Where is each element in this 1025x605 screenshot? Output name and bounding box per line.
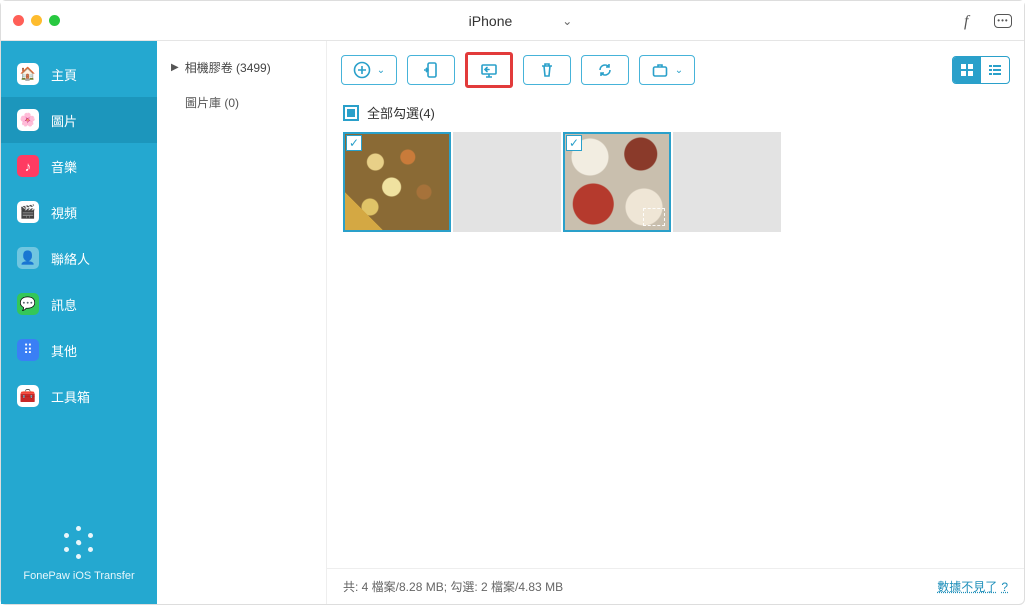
triangle-right-icon: ▶	[171, 62, 179, 73]
sidebar-item-label: 工具箱	[51, 387, 90, 406]
toolbox-button[interactable]: ⌄	[639, 55, 695, 85]
sidebar-item-photos[interactable]: 🌸 圖片	[1, 97, 157, 143]
selection-marquee-icon	[643, 208, 665, 226]
sidebar-item-contacts[interactable]: 👤 聯絡人	[1, 235, 157, 281]
sidebar-item-other[interactable]: ⠿ 其他	[1, 327, 157, 373]
view-switch	[952, 56, 1010, 84]
sidebar-item-video[interactable]: 🎬 視頻	[1, 189, 157, 235]
maximize-window-button[interactable]	[49, 15, 60, 26]
chevron-down-icon: ⌄	[377, 65, 385, 76]
home-icon: 🏠	[17, 63, 39, 85]
select-all-row[interactable]: 全部勾選(4)	[327, 99, 1024, 132]
grid-view-button[interactable]	[953, 57, 981, 83]
photo-thumbnail[interactable]	[453, 132, 561, 232]
delete-button[interactable]	[523, 55, 571, 85]
photo-thumbnail[interactable]: ✓	[563, 132, 671, 232]
sidebar-item-label: 其他	[51, 341, 77, 360]
close-window-button[interactable]	[13, 15, 24, 26]
photo-thumbnail[interactable]: ✓	[343, 132, 451, 232]
list-icon	[988, 63, 1002, 77]
video-icon: 🎬	[17, 201, 39, 223]
sidebar-item-label: 主頁	[51, 65, 77, 84]
photos-icon: 🌸	[17, 109, 39, 131]
check-icon: ✓	[566, 135, 582, 151]
refresh-icon	[596, 61, 614, 79]
titlebar: iPhone ⌄ f •••	[1, 1, 1024, 41]
device-name: iPhone	[469, 13, 513, 29]
status-bar: 共: 4 檔案/8.28 MB; 勾選: 2 檔案/4.83 MB 數據不見了?	[327, 568, 1024, 604]
sidebar: 🏠 主頁 🌸 圖片 ♪ 音樂 🎬 視頻 👤 聯絡人 💬 訊息	[1, 41, 157, 604]
music-icon: ♪	[17, 155, 39, 177]
minimize-window-button[interactable]	[31, 15, 42, 26]
album-camera-roll[interactable]: ▶ 相機膠卷 (3499)	[167, 53, 316, 82]
export-to-device-button[interactable]	[407, 55, 455, 85]
toolbar: ⌄ ⌄	[327, 41, 1024, 99]
check-icon: ✓	[346, 135, 362, 151]
sidebar-item-messages[interactable]: 💬 訊息	[1, 281, 157, 327]
chevron-down-icon: ⌄	[562, 14, 572, 28]
album-list: ▶ 相機膠卷 (3499) 圖片庫 (0)	[157, 41, 327, 604]
sidebar-item-label: 訊息	[51, 295, 77, 314]
to-device-icon	[422, 61, 440, 79]
brand-logo-icon	[62, 526, 96, 560]
trash-icon	[538, 61, 556, 79]
briefcase-icon	[651, 61, 669, 79]
more-icon[interactable]: •••	[994, 14, 1012, 28]
add-button[interactable]: ⌄	[341, 55, 397, 85]
messages-icon: 💬	[17, 293, 39, 315]
toolbox-icon: 🧰	[17, 385, 39, 407]
brand-name: FonePaw iOS Transfer	[9, 570, 149, 582]
chevron-down-icon: ⌄	[675, 65, 683, 76]
album-label: 圖片庫 (0)	[185, 94, 239, 111]
status-text: 共: 4 檔案/8.28 MB; 勾選: 2 檔案/4.83 MB	[343, 578, 563, 595]
album-photo-library[interactable]: 圖片庫 (0)	[167, 88, 316, 117]
feedback-icon[interactable]: f	[964, 13, 980, 29]
contacts-icon: 👤	[17, 247, 39, 269]
content-area: ⌄ ⌄	[327, 41, 1024, 604]
select-all-checkbox[interactable]	[343, 105, 359, 121]
sidebar-item-label: 音樂	[51, 157, 77, 176]
photo-grid: ✓ ✓	[327, 132, 1024, 232]
sidebar-item-music[interactable]: ♪ 音樂	[1, 143, 157, 189]
sidebar-item-label: 視頻	[51, 203, 77, 222]
data-missing-link[interactable]: 數據不見了?	[937, 578, 1008, 595]
list-view-button[interactable]	[981, 57, 1009, 83]
select-all-label: 全部勾選(4)	[367, 103, 435, 122]
plus-circle-icon	[353, 61, 371, 79]
to-computer-icon	[480, 61, 498, 79]
sidebar-item-label: 聯絡人	[51, 249, 90, 268]
sidebar-item-home[interactable]: 🏠 主頁	[1, 51, 157, 97]
other-icon: ⠿	[17, 339, 39, 361]
brand-footer: FonePaw iOS Transfer	[1, 508, 157, 604]
photo-thumbnail[interactable]	[673, 132, 781, 232]
device-selector[interactable]: iPhone ⌄	[453, 13, 573, 29]
export-to-computer-button[interactable]	[465, 52, 513, 88]
refresh-button[interactable]	[581, 55, 629, 85]
grid-icon	[960, 63, 974, 77]
album-label: 相機膠卷 (3499)	[185, 59, 271, 76]
sidebar-item-toolbox[interactable]: 🧰 工具箱	[1, 373, 157, 419]
sidebar-item-label: 圖片	[51, 111, 77, 130]
window-controls	[13, 15, 60, 26]
